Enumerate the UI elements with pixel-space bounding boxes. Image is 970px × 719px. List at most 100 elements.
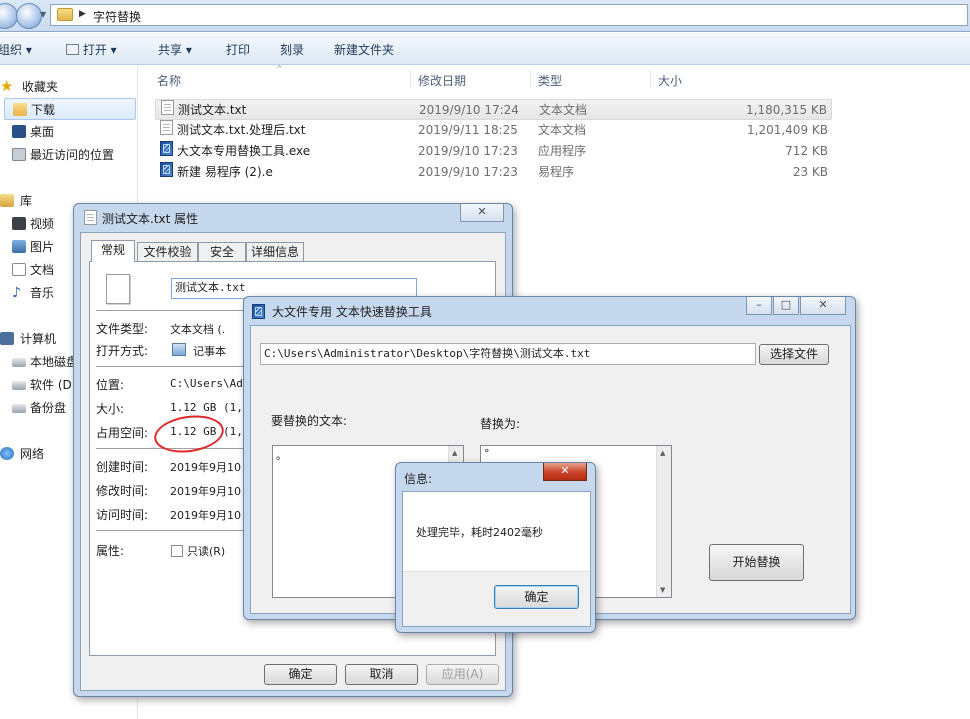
close-button[interactable]: ✕ <box>460 204 504 222</box>
cancel-button[interactable]: 取消 <box>345 664 418 685</box>
burn-button[interactable]: 刻录 <box>280 41 304 58</box>
column-type[interactable]: 类型 <box>538 72 562 89</box>
column-divider[interactable] <box>410 70 411 88</box>
music-note-icon: ♪ <box>12 285 21 301</box>
minimize-button[interactable]: – <box>746 297 772 315</box>
recent-places-icon <box>12 148 26 161</box>
file-row[interactable]: 新建 易程序 (2).e 2019/9/10 17:23 易程序 23 KB <box>155 162 832 183</box>
value-open-with: 记事本 <box>193 345 226 358</box>
label-location: 位置: <box>96 378 125 392</box>
desktop-icon <box>12 125 26 138</box>
tab-security[interactable]: 安全 <box>198 242 246 262</box>
nav-favorites[interactable]: ★ 收藏夹 <box>0 76 138 98</box>
drive-icon <box>12 404 26 413</box>
address-bar-area: ▼ ▶ 字符替换 <box>0 0 970 32</box>
notepad-icon <box>172 343 186 356</box>
nav-downloads[interactable]: 下载 <box>4 98 136 120</box>
application-icon <box>160 141 173 156</box>
organize-button[interactable]: 组织 ▾ <box>0 41 32 58</box>
maximize-button[interactable]: □ <box>773 297 799 315</box>
print-button[interactable]: 打印 <box>226 41 250 58</box>
video-icon <box>12 217 26 230</box>
value-size: 1.12 GB (1,2 <box>170 401 243 414</box>
drive-icon <box>12 381 26 390</box>
close-button[interactable]: ✕ <box>800 297 846 315</box>
new-folder-button[interactable]: 新建文件夹 <box>334 41 394 58</box>
document-icon <box>106 274 130 304</box>
computer-icon <box>0 332 14 345</box>
label-attributes: 属性: <box>96 544 125 558</box>
scroll-down-arrow-icon[interactable]: ▼ <box>660 586 665 594</box>
properties-title: 测试文本.txt 属性 <box>102 212 199 226</box>
folder-icon <box>57 8 73 21</box>
text-file-icon <box>161 100 174 115</box>
value-accessed: 2019年9月10 <box>170 509 241 522</box>
scroll-up-arrow-icon[interactable]: ▲ <box>452 449 457 457</box>
close-button[interactable]: ✕ <box>543 463 587 481</box>
column-date[interactable]: 修改日期 <box>418 72 466 89</box>
value-modified: 2019年9月10 <box>170 485 241 498</box>
label-modified: 修改时间: <box>96 484 149 498</box>
tool-title: 大文件专用 文本快速替换工具 <box>272 305 432 319</box>
label-accessed: 访问时间: <box>96 508 149 522</box>
nav-desktop[interactable]: 桌面 <box>0 121 138 143</box>
breadcrumb-arrow-icon[interactable]: ▶ <box>79 9 86 19</box>
documents-icon <box>12 263 26 276</box>
text-file-icon <box>84 210 97 225</box>
tab-general[interactable]: 常规 <box>91 240 135 262</box>
readonly-label[interactable]: 只读(R) <box>187 543 225 559</box>
column-divider[interactable] <box>530 70 531 88</box>
recent-pages-chevron-icon[interactable]: ▼ <box>40 10 46 19</box>
info-ok-button[interactable]: 确定 <box>494 585 579 609</box>
text-file-icon <box>160 120 173 135</box>
label-size: 大小: <box>96 402 125 416</box>
drive-icon <box>12 358 26 367</box>
info-dialog[interactable]: 信息: ✕ 处理完毕，耗时2402毫秒 确定 <box>395 462 596 633</box>
label-open-with: 打开方式: <box>96 344 149 358</box>
label-file-type: 文件类型: <box>96 322 149 336</box>
info-title: 信息: <box>404 472 433 486</box>
app-icon <box>252 304 265 319</box>
readonly-checkbox[interactable] <box>171 545 183 557</box>
column-divider[interactable] <box>650 70 651 88</box>
e-program-icon <box>160 162 173 177</box>
forward-button[interactable] <box>16 3 42 29</box>
star-icon: ★ <box>0 77 14 95</box>
column-name[interactable]: 名称 <box>157 72 181 89</box>
open-button[interactable]: 打开 ▾ <box>66 41 117 58</box>
breadcrumb-current[interactable]: 字符替换 <box>93 8 141 25</box>
file-list-header: 名称 ^ 修改日期 类型 大小 <box>145 64 845 90</box>
ok-button[interactable]: 确定 <box>264 664 337 685</box>
file-row[interactable]: 大文本专用替换工具.exe 2019/9/10 17:23 应用程序 712 K… <box>155 141 832 162</box>
share-button[interactable]: 共享 ▾ <box>158 41 192 58</box>
downloads-folder-icon <box>13 103 27 116</box>
tab-details[interactable]: 详细信息 <box>246 242 304 262</box>
apply-button[interactable]: 应用(A) <box>426 664 499 685</box>
label-size-on-disk: 占用空间: <box>96 426 149 440</box>
open-icon <box>66 44 79 55</box>
sort-ascending-icon: ^ <box>276 64 283 73</box>
info-client: 处理完毕，耗时2402毫秒 确定 <box>402 491 591 627</box>
replace-scrollbar[interactable]: ▲ ▼ <box>656 446 671 597</box>
pictures-icon <box>12 240 26 253</box>
library-icon <box>0 194 14 207</box>
file-path-input[interactable]: C:\Users\Administrator\Desktop\字符替换\测试文本… <box>260 343 756 365</box>
start-replace-button[interactable]: 开始替换 <box>709 544 804 581</box>
info-message: 处理完毕，耗时2402毫秒 <box>416 526 543 539</box>
command-bar: 组织 ▾ 打开 ▾ 共享 ▾ 打印 刻录 新建文件夹 <box>0 33 970 65</box>
tab-checksum[interactable]: 文件校验 <box>137 242 198 262</box>
value-file-type: 文本文档 (. <box>170 323 226 336</box>
value-created: 2019年9月10 <box>170 461 241 474</box>
column-size[interactable]: 大小 <box>658 72 682 89</box>
file-row[interactable]: 测试文本.txt 2019/9/10 17:24 文本文档 1,180,315 … <box>155 99 832 120</box>
scroll-up-arrow-icon[interactable]: ▲ <box>660 449 665 457</box>
choose-file-button[interactable]: 选择文件 <box>759 344 829 365</box>
find-label: 要替换的文本: <box>271 414 348 428</box>
replace-label: 替换为: <box>480 417 521 431</box>
nav-recent[interactable]: 最近访问的位置 <box>0 144 138 166</box>
value-location: C:\Users\Adm <box>170 377 243 390</box>
label-created: 创建时间: <box>96 460 149 474</box>
network-globe-icon <box>0 447 14 460</box>
file-row[interactable]: 测试文本.txt.处理后.txt 2019/9/11 18:25 文本文档 1,… <box>155 120 832 141</box>
address-field[interactable]: ▶ 字符替换 <box>50 4 968 26</box>
